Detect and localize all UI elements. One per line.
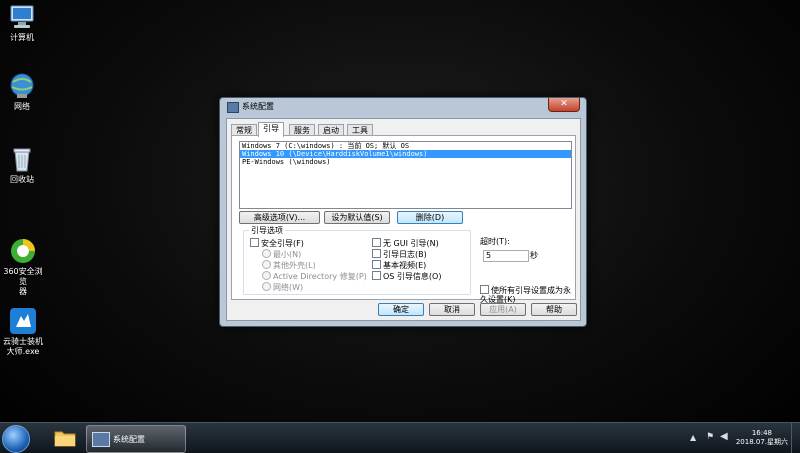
radio-label: Active Directory 修复(P) [273, 272, 367, 281]
radio-circle[interactable] [262, 249, 271, 258]
network-radio[interactable]: 网络(W) [262, 282, 303, 293]
radio-label: 最小(N) [273, 250, 302, 259]
timeout-unit: 秒 [530, 251, 538, 260]
radio-label: 网络(W) [273, 283, 304, 292]
clock-time: 16:48 [751, 429, 772, 437]
computer-icon [8, 3, 36, 31]
ok-button[interactable]: 确定 [378, 303, 424, 316]
tray-arrow-icon[interactable]: ▲ [690, 433, 696, 442]
list-item[interactable]: PE-Windows (\windows) [240, 158, 571, 166]
checkbox-label: 引导日志(B) [383, 250, 427, 259]
checkbox-box[interactable] [250, 238, 259, 247]
group-title: 引导选项 [249, 225, 285, 236]
taskbar-app-msconfig[interactable]: 系统配置 [86, 425, 186, 453]
help-button[interactable]: 帮助 [531, 303, 577, 316]
clock-date: 2018.07.星期六 [735, 438, 788, 446]
delete-button[interactable]: 删除(D) [397, 211, 463, 224]
checkbox-box[interactable] [372, 271, 381, 280]
browser-360-icon [9, 227, 37, 263]
ad-repair-radio[interactable]: Active Directory 修复(P) [262, 271, 367, 282]
timeout-input[interactable]: 5 [483, 250, 529, 262]
taskbar-app-label: 系统配置 [113, 435, 145, 444]
checkbox-box[interactable] [372, 238, 381, 247]
boot-options-group: 引导选项 安全引导(F) 最小(N) 其他外壳(L) Active Direct… [243, 225, 471, 295]
apply-button[interactable]: 应用(A) [480, 303, 526, 316]
show-desktop-button[interactable] [791, 423, 800, 453]
radio-label: 其他外壳(L) [273, 261, 316, 270]
system-tray: ▲ ⚑ ◀ 16:48 2018.07.星期六 [680, 423, 800, 453]
folder-icon [54, 431, 76, 447]
clock[interactable]: 16:48 2018.07.星期六 [736, 429, 788, 447]
close-button[interactable]: ✕ [548, 98, 580, 112]
checkbox-label: OS 引导信息(O) [383, 272, 442, 281]
radio-circle[interactable] [262, 271, 271, 280]
volume-icon[interactable]: ◀ [720, 431, 728, 442]
timeout-label: 超时(T): [480, 237, 510, 246]
list-item[interactable]: Windows 7 (C:\windows) : 当前 OS; 默认 OS [240, 142, 571, 150]
recycle-bin-icon [8, 145, 36, 173]
cancel-button[interactable]: 取消 [429, 303, 475, 316]
alternate-shell-radio[interactable]: 其他外壳(L) [262, 260, 316, 271]
base-video-checkbox[interactable]: 基本视频(E) [372, 260, 426, 271]
desktop-icon-label: 云骑士装机 大师.exe [3, 337, 43, 356]
checkbox-box[interactable] [372, 260, 381, 269]
boot-tab-panel: Windows 7 (C:\windows) : 当前 OS; 默认 OS Wi… [231, 135, 576, 304]
desktop-icon-label: 回收站 [10, 175, 34, 184]
window-title: 系统配置 [242, 102, 274, 111]
boot-log-checkbox[interactable]: 引导日志(B) [372, 249, 427, 260]
system-config-window: 系统配置 ✕ 常规 引导 服务 启动 工具 Windows 7 (C:\wind… [219, 97, 587, 327]
checkbox-label: 安全引导(F) [261, 239, 304, 248]
msconfig-icon [92, 432, 110, 447]
desktop-icon-recycle-bin[interactable]: 回收站 [0, 145, 44, 185]
desktop-icon-yunqishi[interactable]: 云骑士装机 大师.exe [0, 287, 46, 367]
checkbox-label: 无 GUI 引导(N) [383, 239, 439, 248]
desktop-icon-computer[interactable]: 计算机 [0, 3, 44, 43]
set-default-button[interactable]: 设为默认值(S) [324, 211, 390, 224]
os-boot-info-checkbox[interactable]: OS 引导信息(O) [372, 271, 441, 282]
msconfig-icon [227, 102, 239, 113]
radio-circle[interactable] [262, 260, 271, 269]
desktop-icon-label: 计算机 [10, 33, 34, 42]
network-icon[interactable]: ⚑ [706, 432, 714, 442]
make-permanent-checkbox[interactable]: 使所有引导设置成为永久设置(K) [480, 285, 572, 304]
taskbar: 系统配置 ▲ ⚑ ◀ 16:48 2018.07.星期六 [0, 422, 800, 453]
minimal-radio[interactable]: 最小(N) [262, 249, 301, 260]
checkbox-box[interactable] [372, 249, 381, 258]
start-button[interactable] [2, 425, 30, 453]
advanced-options-button[interactable]: 高级选项(V)... [239, 211, 320, 224]
taskbar-explorer[interactable] [50, 426, 80, 450]
checkbox-box[interactable] [480, 285, 489, 294]
title-bar[interactable]: 系统配置 ✕ [220, 98, 586, 115]
no-gui-boot-checkbox[interactable]: 无 GUI 引导(N) [372, 238, 439, 249]
desktop-icon-network[interactable]: 网络 [0, 72, 44, 112]
radio-circle[interactable] [262, 282, 271, 291]
safe-boot-checkbox[interactable]: 安全引导(F) [250, 238, 304, 249]
checkbox-label: 使所有引导设置成为永久设置(K) [480, 286, 571, 304]
network-icon [8, 72, 36, 100]
yunqishi-icon [9, 297, 37, 334]
desktop-icon-label: 网络 [14, 102, 30, 111]
os-list[interactable]: Windows 7 (C:\windows) : 当前 OS; 默认 OS Wi… [239, 141, 572, 209]
tab-boot[interactable]: 引导 [258, 122, 284, 137]
list-item-selected[interactable]: Windows 10 (\Device\HarddiskVolume1\wind… [240, 150, 571, 158]
checkbox-label: 基本视频(E) [383, 261, 427, 270]
dialog-client: 常规 引导 服务 启动 工具 Windows 7 (C:\windows) : … [226, 118, 581, 321]
